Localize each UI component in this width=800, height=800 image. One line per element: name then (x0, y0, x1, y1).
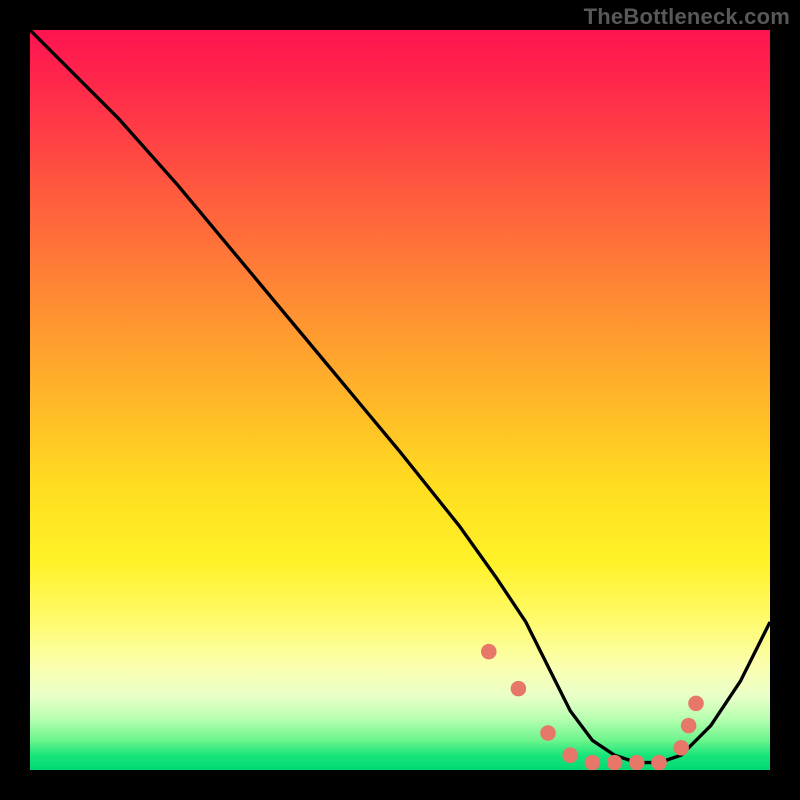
highlight-dot (688, 696, 704, 712)
highlight-dot (540, 725, 556, 741)
highlight-dot (562, 747, 578, 763)
watermark-text: TheBottleneck.com (584, 4, 790, 30)
highlight-dot (607, 755, 623, 770)
bottleneck-curve (30, 30, 770, 763)
highlight-dot (651, 755, 667, 770)
highlight-dots (481, 644, 704, 770)
highlight-dot (585, 755, 601, 770)
plot-area (30, 30, 770, 770)
highlight-dot (481, 644, 497, 660)
highlight-dot (629, 755, 645, 770)
highlight-dot (511, 681, 527, 697)
highlight-dot (681, 718, 697, 734)
curve-layer (30, 30, 770, 770)
chart-frame: TheBottleneck.com (0, 0, 800, 800)
highlight-dot (673, 740, 689, 756)
